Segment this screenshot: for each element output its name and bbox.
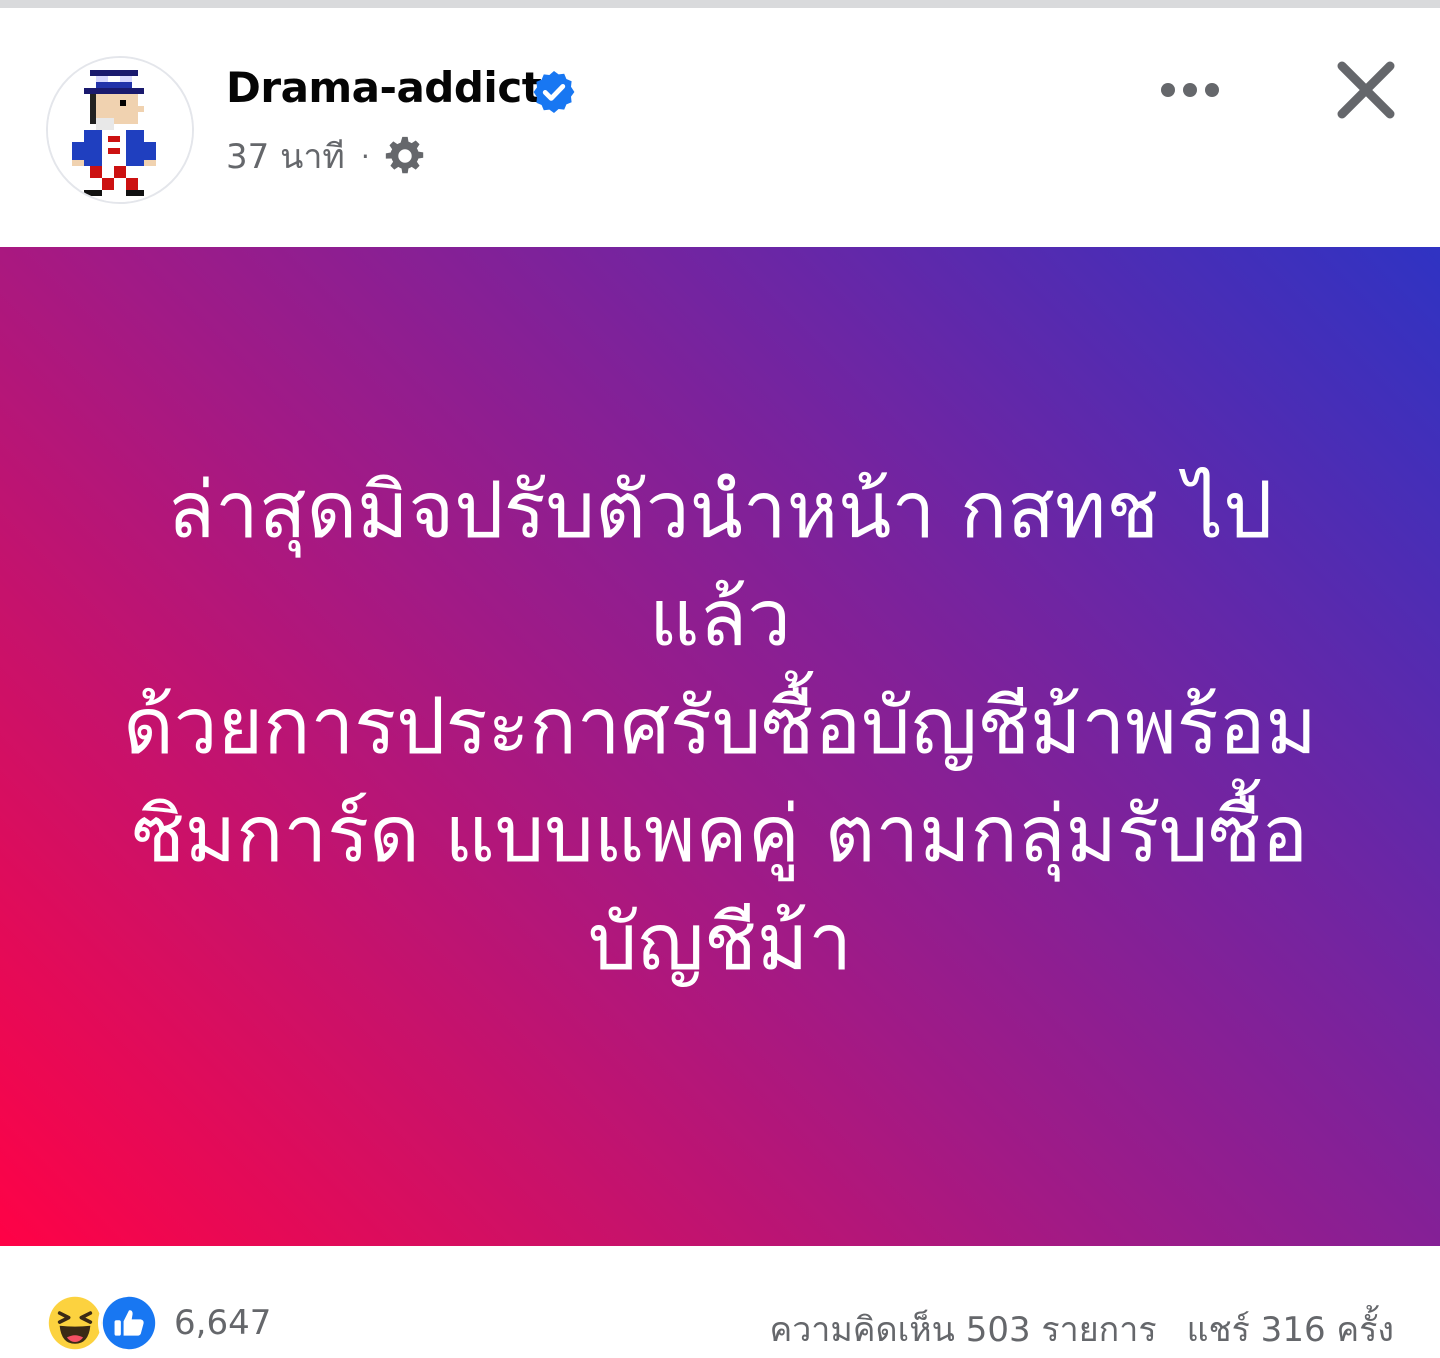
- avatar[interactable]: [46, 56, 194, 204]
- top-divider: [0, 0, 1440, 8]
- post-stats: ความคิดเห็น 503 รายการ แชร์ 316 ครั้ง: [769, 1302, 1394, 1356]
- post-timestamp[interactable]: 37 นาที: [226, 129, 345, 183]
- pixel-art-avatar-icon: [48, 58, 192, 202]
- reaction-count: 6,647: [174, 1303, 272, 1343]
- author-name[interactable]: Drama-addict: [226, 62, 542, 114]
- post-meta: 37 นาที ·: [226, 132, 428, 180]
- more-options-button[interactable]: [1152, 60, 1228, 120]
- post-header: Drama-addict 37 นาที ·: [0, 8, 1440, 247]
- share-count-link[interactable]: แชร์ 316 ครั้ง: [1187, 1302, 1394, 1356]
- more-options-icon: [1161, 83, 1219, 97]
- close-icon[interactable]: [1330, 54, 1402, 126]
- haha-icon: [44, 1292, 106, 1354]
- gear-icon[interactable]: [382, 133, 428, 179]
- verified-badge-icon: [533, 71, 575, 113]
- comment-count-link[interactable]: ความคิดเห็น 503 รายการ: [769, 1302, 1156, 1356]
- reactions-summary[interactable]: 6,647: [44, 1292, 271, 1354]
- post-text: ล่าสุดมิจปรับตัวนำหน้า กสทช ไป แล้ว ด้วย…: [123, 465, 1317, 988]
- post-footer: 6,647 ความคิดเห็น 503 รายการ แชร์ 316 คร…: [0, 1246, 1440, 1358]
- post-text-background: ล่าสุดมิจปรับตัวนำหน้า กสทช ไป แล้ว ด้วย…: [0, 247, 1440, 1246]
- meta-separator: ·: [360, 139, 370, 173]
- like-icon: [98, 1292, 160, 1354]
